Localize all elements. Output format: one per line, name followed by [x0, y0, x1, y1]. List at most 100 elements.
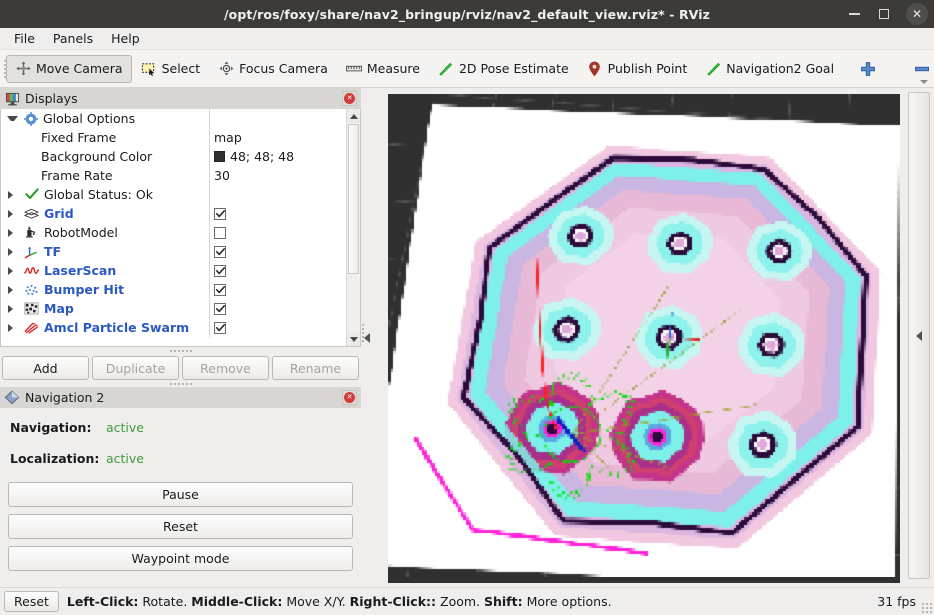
tree-row-value[interactable] — [214, 283, 226, 296]
navigation-status-label: Navigation: — [10, 420, 92, 435]
expand-right-dock-icon[interactable] — [916, 330, 922, 341]
displays-tree-row[interactable]: RobotModel — [1, 223, 346, 242]
chevron-right-icon[interactable] — [8, 285, 19, 294]
displays-tree-row[interactable]: Frame Rate 30 — [1, 166, 346, 185]
menu-help[interactable]: Help — [103, 29, 148, 48]
enable-checkbox[interactable] — [214, 302, 226, 315]
window-title: /opt/ros/foxy/share/nav2_bringup/rviz/na… — [224, 6, 710, 22]
tree-row-value[interactable] — [214, 207, 226, 220]
right-dock — [900, 88, 934, 587]
tree-row-label: TF — [44, 244, 62, 259]
tree-row-name: RobotModel — [1, 225, 209, 240]
nav2-splitter-grip[interactable] — [0, 380, 361, 387]
resize-grip[interactable] — [922, 603, 932, 613]
hint-part: Right-Click:: — [349, 594, 437, 609]
navigation-goal-icon — [705, 61, 721, 77]
displays-tree-row[interactable]: Background Color 48; 48; 48 — [1, 147, 346, 166]
displays-tree-row[interactable]: Grid — [1, 204, 346, 223]
rename-button[interactable]: Rename — [272, 356, 359, 380]
displays-tree-row[interactable]: Amcl Particle Swarm — [1, 318, 346, 337]
tool-publish-point[interactable]: Publish Point — [578, 55, 697, 83]
tree-row-name: Frame Rate — [1, 168, 209, 183]
tool-navigation2-goal[interactable]: Navigation2 Goal — [696, 55, 843, 83]
displays-tree[interactable]: Global Options Fixed Frame map Background C… — [0, 109, 361, 347]
reset-view-button[interactable]: Reset — [4, 591, 59, 612]
tree-row-label: Map — [44, 301, 74, 316]
displays-panel-close-button[interactable]: ✕ — [342, 91, 357, 106]
add-button[interactable]: Add — [2, 356, 89, 380]
displays-tree-row[interactable]: LaserScan — [1, 261, 346, 280]
tree-row-value[interactable] — [214, 264, 226, 277]
chevron-right-icon[interactable] — [8, 323, 19, 332]
waypoint-mode-button[interactable]: Waypoint mode — [8, 546, 353, 571]
tool-select[interactable]: Select — [132, 55, 210, 83]
tree-row-value[interactable]: 48; 48; 48 — [214, 149, 294, 164]
left-dock: Displays ✕ Global Options Fixed Frame map B… — [0, 88, 361, 587]
tool-focus-camera[interactable]: Focus Camera — [209, 55, 337, 83]
enable-checkbox[interactable] — [214, 321, 226, 334]
nav2-panel-close-button[interactable]: ✕ — [342, 390, 357, 405]
displays-tree-row[interactable]: TF — [1, 242, 346, 261]
tool-add-tool[interactable] — [851, 55, 885, 83]
tree-row-value[interactable] — [214, 321, 226, 334]
toolbar-overflow-icon[interactable] — [920, 80, 928, 84]
minimize-icon[interactable] — [846, 6, 862, 22]
tree-row-value[interactable]: 30 — [214, 168, 230, 183]
reset-button[interactable]: Reset — [8, 514, 353, 539]
maximize-icon[interactable] — [876, 6, 892, 22]
displays-tree-scrollbar[interactable] — [346, 109, 360, 346]
tree-row-value[interactable] — [214, 245, 226, 258]
duplicate-button[interactable]: Duplicate — [92, 356, 179, 380]
tool-move-camera-label: Move Camera — [36, 61, 123, 76]
tree-row-label: Background Color — [41, 149, 153, 164]
chevron-right-icon[interactable] — [8, 247, 19, 256]
collapse-left-dock-icon[interactable] — [364, 332, 370, 343]
pause-button[interactable]: Pause — [8, 482, 353, 507]
scroll-up-icon[interactable] — [347, 109, 360, 123]
enable-checkbox[interactable] — [214, 207, 226, 220]
map-icon — [24, 302, 39, 315]
displays-tree-row[interactable]: Bumper Hit — [1, 280, 346, 299]
chevron-right-icon[interactable] — [8, 209, 19, 218]
menu-panels[interactable]: Panels — [45, 29, 101, 48]
close-x-icon: ✕ — [344, 392, 355, 403]
enable-checkbox[interactable] — [214, 264, 226, 277]
chevron-right-icon[interactable] — [8, 228, 19, 237]
tool-remove-tool[interactable] — [905, 55, 934, 83]
tool-2d-pose-estimate[interactable]: 2D Pose Estimate — [429, 55, 578, 83]
tool-measure[interactable]: Measure — [337, 55, 429, 83]
tree-column-divider — [209, 280, 210, 299]
tool-focus-camera-label: Focus Camera — [239, 61, 328, 76]
remove-button[interactable]: Remove — [182, 356, 269, 380]
chevron-right-icon[interactable] — [8, 304, 19, 313]
localization-status-row: Localization: active — [10, 451, 351, 466]
enable-checkbox[interactable] — [214, 226, 226, 239]
tree-row-name: Background Color — [1, 149, 209, 164]
tool-move-camera[interactable]: Move Camera — [6, 54, 132, 83]
scrollbar-thumb[interactable] — [348, 124, 359, 274]
displays-tree-row[interactable]: Map — [1, 299, 346, 318]
3d-render-view[interactable] — [388, 94, 900, 583]
chevron-right-icon[interactable] — [8, 190, 19, 199]
chevron-down-icon[interactable] — [7, 116, 18, 121]
render-canvas[interactable] — [388, 94, 900, 577]
close-icon[interactable]: ✕ — [906, 3, 928, 25]
tree-row-value[interactable] — [214, 302, 226, 315]
right-dock-tab[interactable] — [908, 92, 930, 579]
navigation-status-value: active — [106, 420, 144, 435]
chevron-right-icon[interactable] — [8, 266, 19, 275]
displays-splitter-grip[interactable] — [0, 347, 361, 354]
displays-tree-row[interactable]: Fixed Frame map — [1, 128, 346, 147]
menu-file[interactable]: File — [6, 29, 43, 48]
tree-column-divider — [209, 166, 210, 185]
tree-row-value[interactable] — [214, 226, 226, 239]
grid-icon — [24, 208, 39, 220]
displays-tree-row[interactable]: Global Status: Ok — [1, 185, 346, 204]
scroll-down-icon[interactable] — [347, 332, 360, 346]
enable-checkbox[interactable] — [214, 283, 226, 296]
enable-checkbox[interactable] — [214, 245, 226, 258]
displays-tree-row[interactable]: Global Options — [1, 109, 346, 128]
left-dock-splitter[interactable] — [361, 88, 373, 587]
tree-row-value[interactable]: map — [214, 130, 242, 145]
tree-row-name: Map — [1, 301, 209, 316]
